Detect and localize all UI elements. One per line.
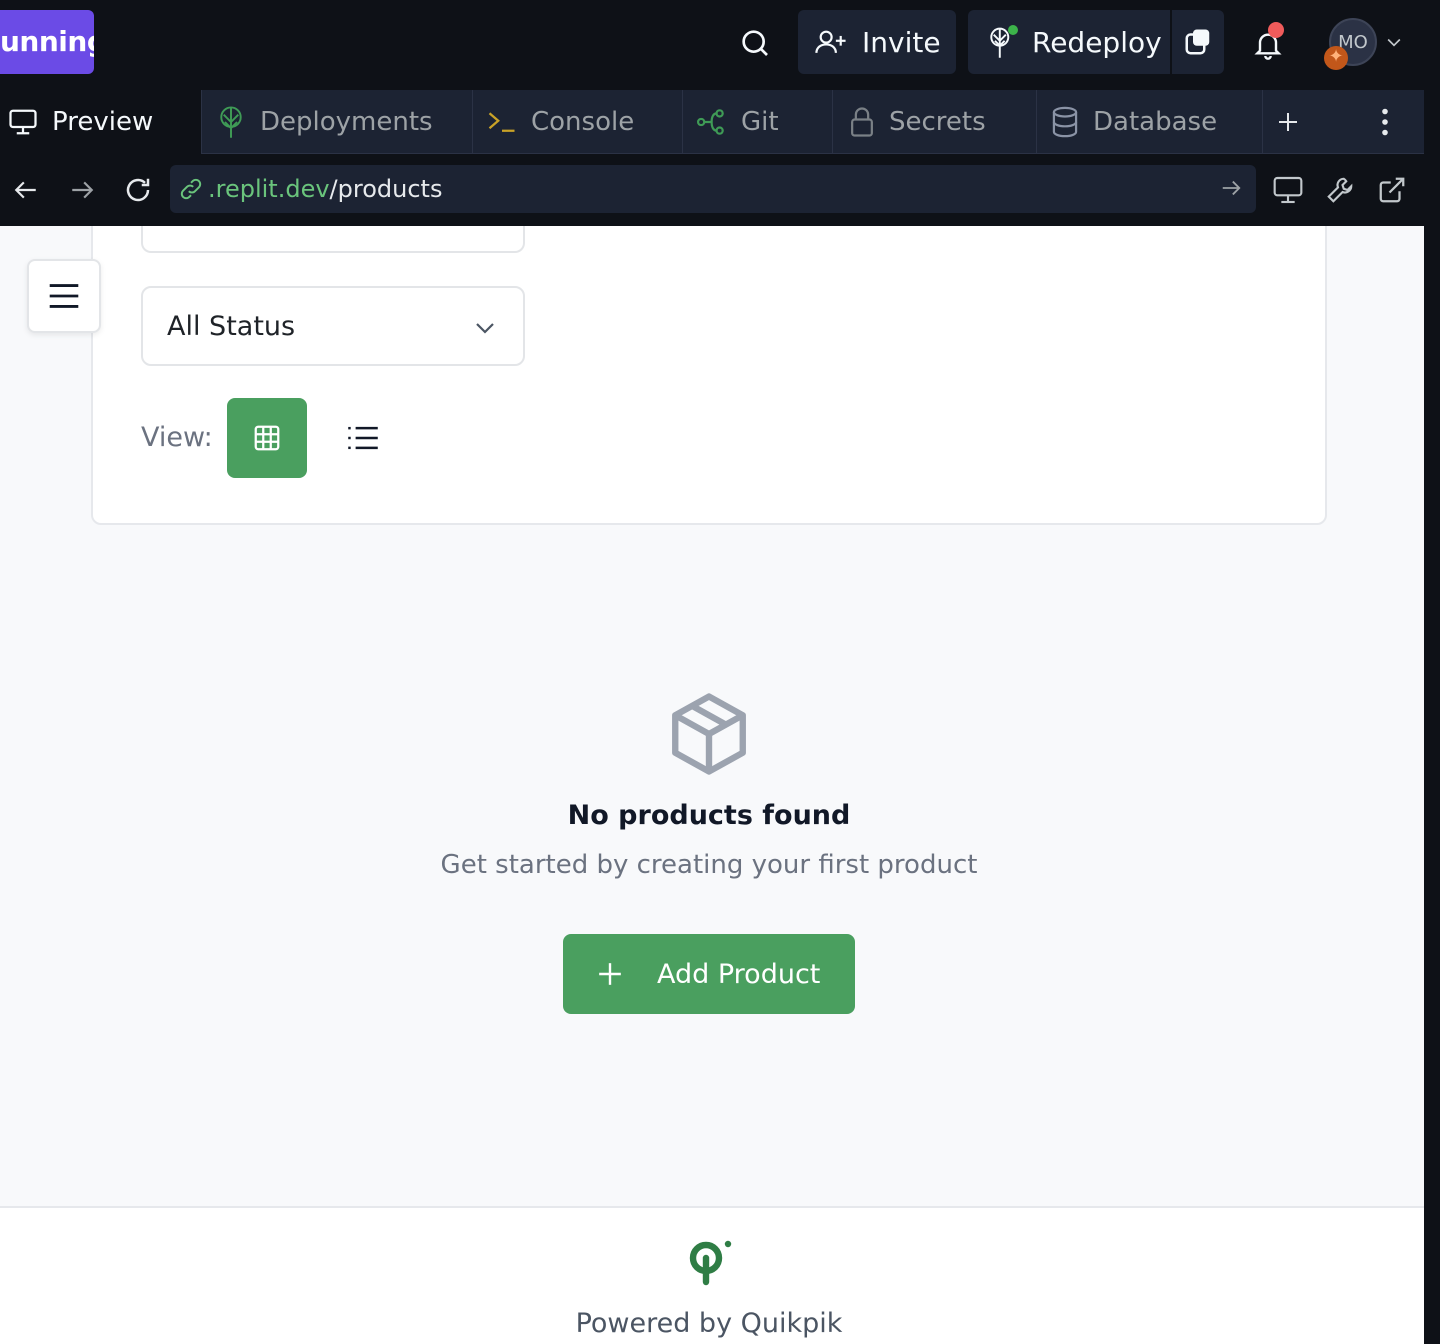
reload-icon	[126, 178, 150, 202]
deployments-icon	[220, 106, 242, 138]
tab-label: Preview	[52, 107, 154, 137]
monitor-icon	[9, 109, 37, 135]
database-icon	[1052, 106, 1078, 138]
back-button[interactable]	[6, 170, 46, 210]
hamburger-menu-button[interactable]	[27, 259, 101, 333]
arrow-left-icon	[14, 181, 36, 199]
empty-state-title: No products found	[567, 800, 851, 831]
hamburger-icon	[49, 284, 79, 308]
tab-label: Secrets	[889, 107, 986, 137]
chevron-down-icon	[476, 323, 494, 334]
app-window: unning Invite Redeploy MO ✦	[0, 0, 1440, 1344]
lock-icon	[851, 107, 873, 137]
list-icon	[348, 426, 378, 450]
tab-deployments[interactable]: Deployments	[202, 90, 473, 154]
external-link-icon	[1379, 177, 1405, 203]
grid-view-button[interactable]	[227, 398, 307, 478]
invite-button[interactable]: Invite	[798, 10, 956, 74]
tab-database[interactable]: Database	[1037, 90, 1263, 154]
tab-git[interactable]: Git	[683, 90, 833, 154]
redeploy-label: Redeploy	[1032, 25, 1162, 59]
add-user-icon	[815, 30, 846, 54]
git-icon	[696, 109, 724, 135]
window-stack-icon	[1185, 29, 1210, 55]
plus-icon	[1279, 113, 1297, 131]
add-product-button[interactable]: Add Product	[563, 934, 855, 1014]
notifications-button[interactable]	[1246, 22, 1290, 66]
filter-card: All Status View:	[91, 226, 1327, 525]
tab-label: Deployments	[260, 107, 433, 137]
search-button[interactable]	[730, 20, 780, 66]
status-filter-select[interactable]: All Status	[141, 286, 525, 366]
tab-console[interactable]: Console	[473, 90, 683, 154]
add-product-label: Add Product	[657, 958, 821, 990]
url-input[interactable]: .replit.dev /products	[170, 165, 1256, 213]
tab-label: Console	[531, 107, 635, 137]
webview-url-bar: .replit.dev /products	[0, 154, 1424, 226]
top-bar: unning Invite Redeploy MO ✦	[0, 0, 1440, 90]
device-preview-button[interactable]	[1268, 170, 1308, 210]
link-icon	[180, 178, 202, 200]
invite-label: Invite	[862, 25, 941, 59]
tab-secrets[interactable]: Secrets	[833, 90, 1037, 154]
forward-button[interactable]	[62, 170, 102, 210]
search-icon	[742, 30, 768, 56]
devtools-button[interactable]	[1320, 170, 1360, 210]
chevron-down-icon[interactable]	[1384, 32, 1404, 52]
new-tab-button[interactable]	[1263, 90, 1327, 154]
package-box-icon	[672, 693, 746, 775]
notification-badge	[1268, 22, 1284, 38]
arrow-right-icon	[72, 181, 94, 199]
run-button[interactable]: unning	[0, 10, 94, 74]
go-arrow-icon[interactable]	[1220, 177, 1242, 199]
list-view-button[interactable]	[337, 412, 389, 464]
deploy-status-icon	[986, 25, 1018, 59]
monitor-icon	[1273, 176, 1303, 204]
powered-by-text: Powered by Quikpik	[575, 1308, 843, 1339]
tab-label: Database	[1093, 107, 1218, 137]
tab-preview[interactable]: Preview	[0, 90, 202, 154]
open-new-tab-button[interactable]	[1372, 170, 1412, 210]
more-options-button[interactable]	[1370, 90, 1414, 154]
view-label: View:	[141, 422, 213, 453]
webview-content: All Status View: No products found Get s…	[0, 226, 1424, 1344]
status-select-value: All Status	[167, 310, 296, 342]
redeploy-button[interactable]: Redeploy	[968, 10, 1170, 74]
quikpik-logo	[689, 1240, 732, 1286]
url-path: /products	[329, 175, 443, 203]
url-host: .replit.dev	[208, 175, 330, 203]
page-footer: Powered by Quikpik	[0, 1206, 1424, 1344]
sparkle-icon: ✦	[1324, 46, 1348, 70]
category-filter-select[interactable]	[141, 226, 525, 253]
terminal-icon	[488, 112, 515, 132]
tool-tabs: Preview Deployments Console Git Secrets …	[0, 90, 1424, 154]
window-edge	[1424, 90, 1440, 1344]
deploy-options-button[interactable]	[1172, 10, 1224, 74]
plus-icon	[597, 961, 623, 987]
reload-button[interactable]	[118, 170, 158, 210]
grid-icon	[254, 425, 280, 451]
kebab-menu-icon	[1382, 108, 1388, 136]
empty-state-subtitle: Get started by creating your first produ…	[440, 850, 978, 880]
wrench-icon	[1327, 177, 1353, 203]
tab-label: Git	[741, 107, 779, 137]
